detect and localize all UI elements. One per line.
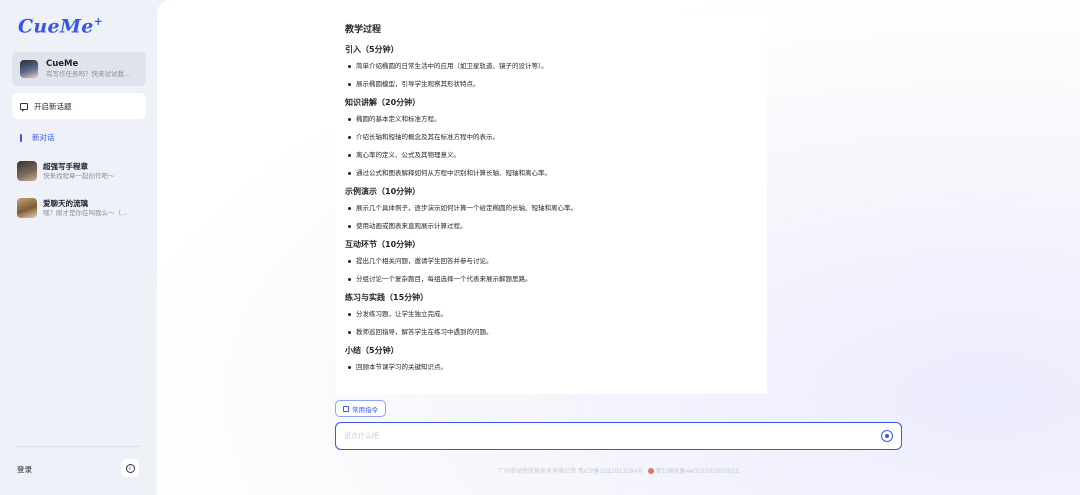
section-heading: 示例演示（10分钟） [345,187,421,196]
bot-name: CueMe [46,59,79,69]
police-badge-icon [647,468,654,474]
session-title: 爱聊天的流璃 [43,198,88,208]
bot-description: 有写作任务吗？快来试试我... [46,70,131,78]
bullet-item: 回顾本节课学习的关键知识点。 [345,361,758,379]
section-heading: 练习与实践（15分钟） [345,293,429,302]
section-heading: 引入（5分钟） [345,45,399,54]
current-conversation-item[interactable]: 新对话 [20,132,55,143]
bullet-item: 分发练习题，让学生独立完成。 [345,308,758,326]
document-title: 教学过程 [345,25,382,35]
bullet-item: 椭圆的基本定义和标准方程。 [345,113,758,131]
bullet-item: 离心率的定义、公式及其物理意义。 [345,149,758,167]
message-input[interactable] [344,432,881,440]
session-description: 快来找程章一起创作吧～ [43,171,115,180]
bullet-item: 展示椭圆模型，引导学生观察其形状特点。 [345,78,758,96]
session-avatar [17,198,37,218]
chat-bubble-icon [20,102,28,112]
response-document: 教学过程 引入（5分钟） 简单介绍椭圆的日常生活中的应用（如卫星轨道、镜子的设计… [336,13,767,394]
footer-company: 广州市动悦信息技术有限公司 粤ICP备2022013384号 [497,468,644,475]
bullet-item: 教师巡回指导，解答学生在练习中遇到的问题。 [345,326,758,344]
app-logo[interactable]: CueMe+ [18,15,103,37]
bullet-item: 分组讨论一个复杂题目，每组选择一个代表来展示解题思路。 [345,273,758,291]
send-icon [885,434,889,438]
session-item-chat[interactable]: 爱聊天的流璃 嘿？刚才是你在叫我么～（... [17,195,147,221]
info-icon: i [125,463,135,473]
bot-avatar [20,60,38,78]
section-heading: 知识讲解（20分钟） [345,98,421,107]
main-area: 教学过程 引入（5分钟） 简单介绍椭圆的日常生活中的应用（如卫星轨道、镜子的设计… [157,0,1080,495]
footer-police: 粤公网安备44010502000055 [655,468,740,475]
section-heading: 互动环节（10分钟） [345,240,421,249]
footer: 广州市动悦信息技术有限公司 粤ICP备2022013384号 粤公网安备4401… [335,466,902,475]
new-topic-button[interactable]: 开启新话题 [12,93,146,119]
send-button[interactable] [881,430,893,442]
command-icon [343,405,349,412]
new-topic-label: 开启新话题 [34,101,72,111]
session-item-writer[interactable]: 超强写手程章 快来找程章一起创作吧～ [17,158,147,184]
session-title: 超强写手程章 [43,161,88,171]
message-input-container [335,422,902,450]
common-commands-label: 常用指令 [352,405,378,414]
session-avatar [17,161,37,181]
current-conversation-label: 新对话 [32,133,55,142]
bullet-item: 使用动画或图表来直观展示计算过程。 [345,220,758,238]
login-link[interactable]: 登录 [17,464,32,475]
common-commands-button[interactable]: 常用指令 [335,400,386,417]
bullet-item: 通过公式和图表解释如何从方程中识别和计算长轴、短轴和离心率。 [345,167,758,185]
bullet-item: 简单介绍椭圆的日常生活中的应用（如卫星轨道、镜子的设计等）。 [345,60,758,78]
bullet-item: 介绍长轴和短轴的概念及其在标准方程中的表示。 [345,131,758,149]
info-button[interactable]: i [121,459,139,477]
bot-card[interactable]: CueMe 有写作任务吗？快来试试我... [12,52,146,86]
active-indicator [20,133,22,142]
bullet-item: 展示几个具体例子，逐步演示如何计算一个给定椭圆的长轴、短轴和离心率。 [345,202,758,220]
sidebar: CueMe+ CueMe 有写作任务吗？快来试试我... 开启新话题 新对话 超… [0,0,157,495]
bullet-item: 提出几个相关问题，邀请学生回答并参与讨论。 [345,255,758,273]
sidebar-divider [15,446,140,447]
section-heading: 小结（5分钟） [345,346,399,355]
session-description: 嘿？刚才是你在叫我么～（... [43,208,128,217]
